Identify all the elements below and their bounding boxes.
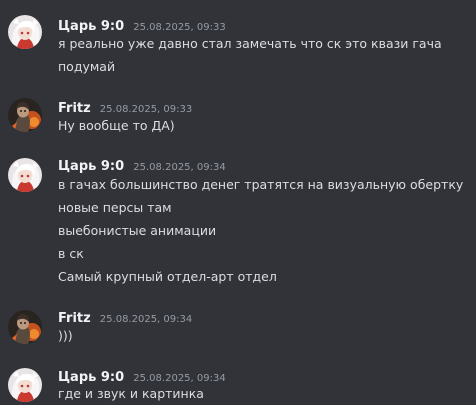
message-text: я реально уже давно стал замечать что ск… bbox=[58, 36, 442, 51]
chat-window: { "messages": [ { "author": "Царь 9:0", … bbox=[0, 0, 476, 405]
dark-fire-character-avatar-icon bbox=[8, 98, 42, 132]
username[interactable]: Царь 9:0 bbox=[58, 19, 124, 34]
message-header: Царь 9:0 25.08.2025, 09:34 bbox=[58, 155, 226, 175]
message-text: подумай bbox=[58, 59, 116, 74]
message-text: в ск bbox=[58, 246, 84, 261]
user-avatar[interactable] bbox=[8, 158, 42, 192]
white-haired-anime-avatar-icon bbox=[8, 15, 42, 49]
message-text: Ну вообще то ДА) bbox=[58, 118, 175, 133]
message-header: Царь 9:0 25.08.2025, 09:34 bbox=[58, 366, 226, 386]
message-text: ))) bbox=[58, 328, 73, 343]
user-avatar[interactable] bbox=[8, 368, 42, 402]
timestamp[interactable]: 25.08.2025, 09:34 bbox=[100, 314, 192, 325]
timestamp[interactable]: 25.08.2025, 09:34 bbox=[133, 373, 225, 384]
message-text: где и звук и картинка bbox=[58, 386, 204, 401]
message-header: Царь 9:0 25.08.2025, 09:33 bbox=[58, 15, 226, 35]
username[interactable]: Fritz bbox=[58, 101, 91, 116]
timestamp[interactable]: 25.08.2025, 09:33 bbox=[100, 104, 192, 115]
white-haired-anime-avatar-icon bbox=[8, 368, 42, 402]
username[interactable]: Царь 9:0 bbox=[58, 159, 124, 174]
message-text: новые персы там bbox=[58, 200, 172, 215]
user-avatar[interactable] bbox=[8, 310, 42, 344]
message-text: Самый крупный отдел-арт отдел bbox=[58, 269, 277, 284]
timestamp[interactable]: 25.08.2025, 09:34 bbox=[133, 162, 225, 173]
message-header: Fritz 25.08.2025, 09:34 bbox=[58, 307, 192, 327]
timestamp[interactable]: 25.08.2025, 09:33 bbox=[133, 22, 225, 33]
message-header: Fritz 25.08.2025, 09:33 bbox=[58, 97, 192, 117]
dark-fire-character-avatar-icon bbox=[8, 310, 42, 344]
username[interactable]: Fritz bbox=[58, 311, 91, 326]
message-text: выебонистые анимации bbox=[58, 223, 217, 238]
message-text: в гачах большинство денег тратятся на ви… bbox=[58, 177, 464, 192]
user-avatar[interactable] bbox=[8, 15, 42, 49]
username[interactable]: Царь 9:0 bbox=[58, 370, 124, 385]
user-avatar[interactable] bbox=[8, 98, 42, 132]
white-haired-anime-avatar-icon bbox=[8, 158, 42, 192]
